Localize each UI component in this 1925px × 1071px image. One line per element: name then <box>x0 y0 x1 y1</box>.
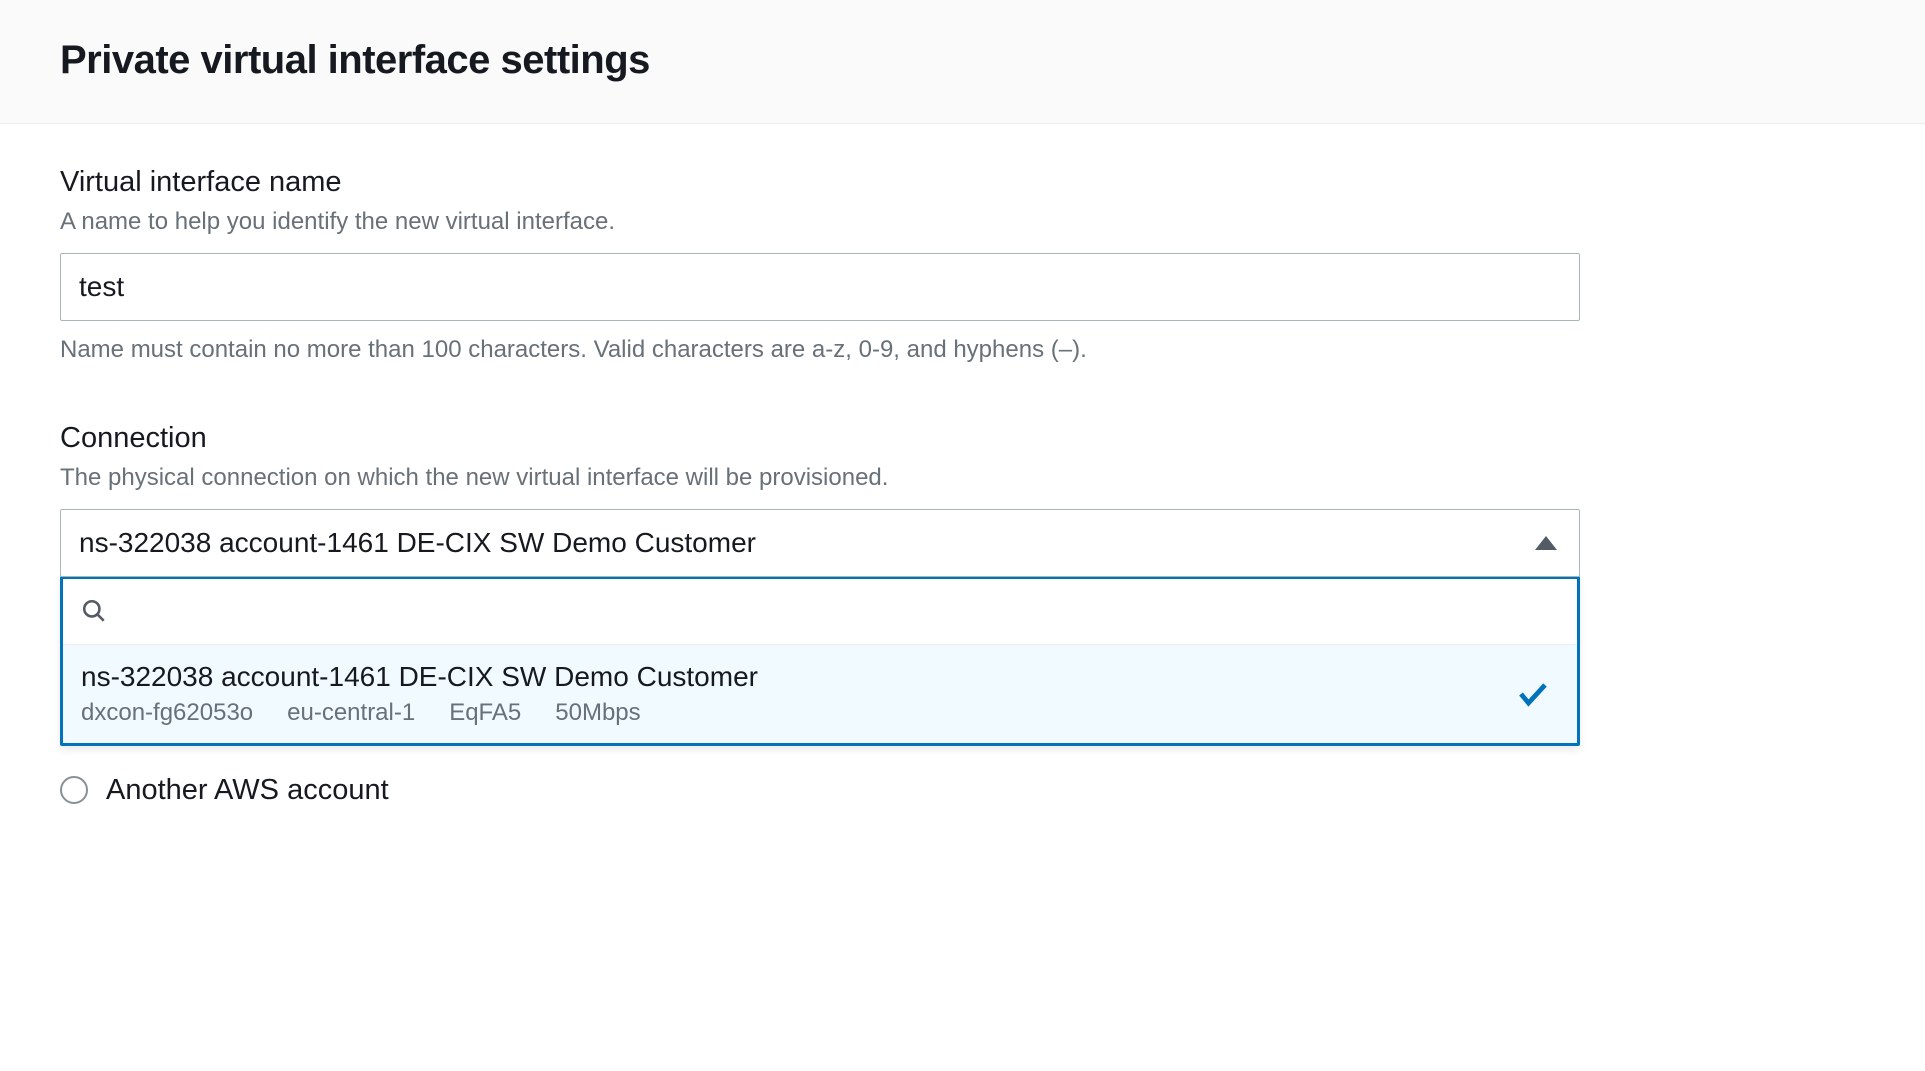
connection-option-id: dxcon-fg62053o <box>81 699 253 727</box>
connection-option-location: EqFA5 <box>449 699 521 727</box>
connection-option[interactable]: ns-322038 account-1461 DE-CIX SW Demo Cu… <box>63 645 1577 743</box>
caret-up-icon <box>1535 536 1557 550</box>
connection-dropdown: ns-322038 account-1461 DE-CIX SW Demo Cu… <box>60 576 1580 746</box>
vif-name-input[interactable] <box>60 253 1580 321</box>
connection-search-input[interactable] <box>121 596 1559 627</box>
vif-name-description: A name to help you identify the new virt… <box>60 205 1580 239</box>
connection-option-meta: dxcon-fg62053o eu-central-1 EqFA5 50Mbps <box>81 699 1507 727</box>
connection-select-trigger[interactable]: ns-322038 account-1461 DE-CIX SW Demo Cu… <box>60 509 1580 577</box>
connection-group: Connection The physical connection on wh… <box>60 422 1580 807</box>
connection-option-title: ns-322038 account-1461 DE-CIX SW Demo Cu… <box>81 661 1507 693</box>
connection-selected-value: ns-322038 account-1461 DE-CIX SW Demo Cu… <box>79 527 1523 559</box>
panel-header: Private virtual interface settings <box>0 0 1925 124</box>
vif-name-label: Virtual interface name <box>60 166 1580 199</box>
connection-search-row <box>63 579 1577 645</box>
another-account-radio[interactable]: Another AWS account <box>60 774 1580 807</box>
vif-name-hint: Name must contain no more than 100 chara… <box>60 333 1580 367</box>
panel-title: Private virtual interface settings <box>60 38 1865 83</box>
connection-select: ns-322038 account-1461 DE-CIX SW Demo Cu… <box>60 509 1580 746</box>
panel-body: Virtual interface name A name to help yo… <box>0 124 1640 847</box>
connection-option-bandwidth: 50Mbps <box>555 699 640 727</box>
settings-panel: Private virtual interface settings Virtu… <box>0 0 1925 847</box>
connection-option-region: eu-central-1 <box>287 699 415 727</box>
virtual-interface-name-group: Virtual interface name A name to help yo… <box>60 166 1580 366</box>
search-icon <box>81 598 107 624</box>
another-account-label: Another AWS account <box>106 774 389 807</box>
connection-description: The physical connection on which the new… <box>60 461 1580 495</box>
radio-icon <box>60 776 88 804</box>
connection-label: Connection <box>60 422 1580 455</box>
check-icon <box>1515 676 1551 712</box>
